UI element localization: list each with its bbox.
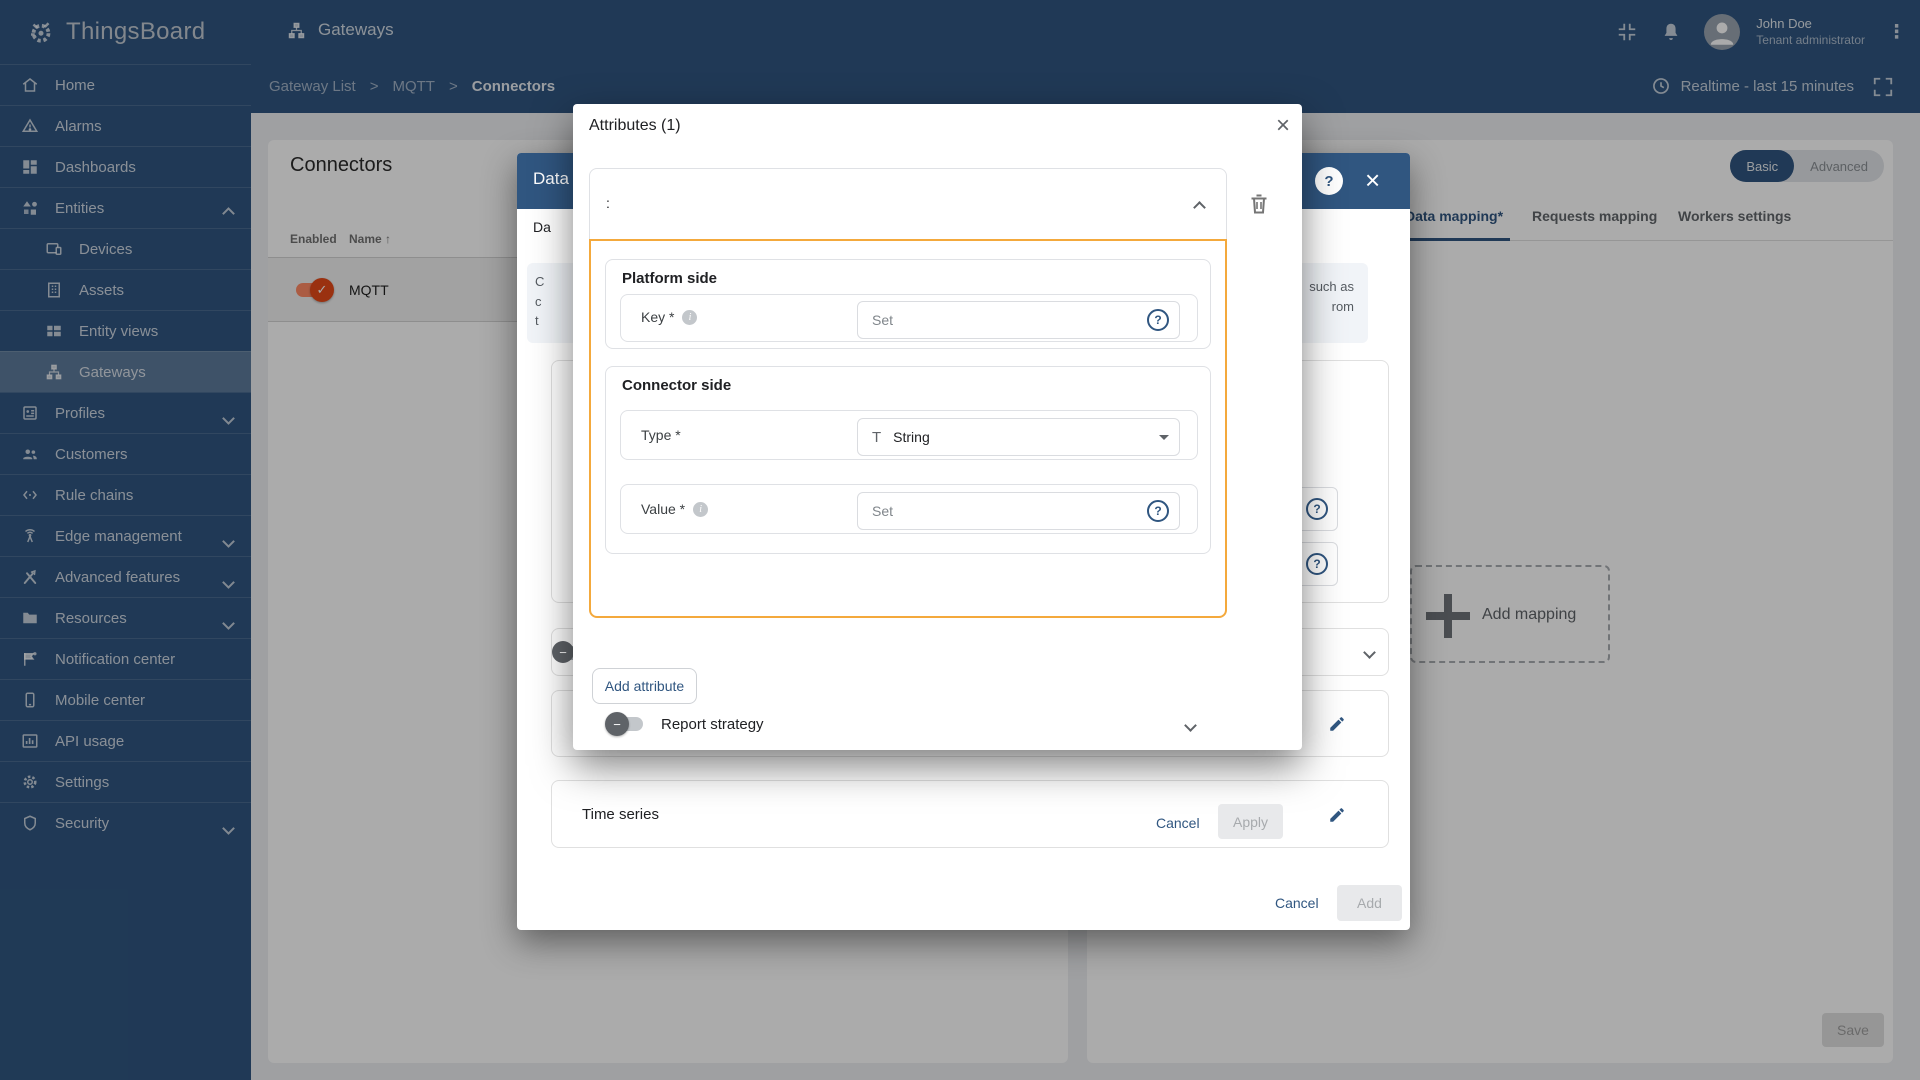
connector-side-title: Connector side [622,377,731,394]
apply-button[interactable]: Apply [1218,804,1283,839]
toggle-off-icon: − [605,712,629,736]
value-input-box[interactable]: ? [857,492,1180,530]
add-attribute-button[interactable]: Add attribute [592,668,697,704]
cancel-button[interactable]: Cancel [1156,815,1200,831]
edit-pencil-icon[interactable] [1328,806,1346,824]
close-icon[interactable]: × [1276,112,1290,140]
screen: ThingsBoard Home Alarms Dashboards Entit… [0,0,1920,1080]
value-label: Value * [641,501,685,517]
attribute-form: Platform side Key * i ? Connector side [589,239,1227,618]
type-select[interactable]: T String [857,418,1180,456]
delete-attribute-icon[interactable] [1247,192,1271,216]
info-text-fragment: such as [1309,277,1354,297]
value-field-row: Value * i ? [620,484,1198,534]
chevron-down-icon [1186,717,1195,735]
help-icon[interactable]: ? [1147,500,1169,522]
connector-side-group: Connector side Type * T String Value * i [605,366,1211,554]
type-value: String [893,429,1159,445]
value-input[interactable] [872,503,1147,519]
info-text-fragment: rom [1309,297,1354,317]
info-text-fragment: c [535,292,544,312]
key-input[interactable] [872,312,1147,328]
time-series-label: Time series [582,806,659,823]
dropdown-caret-icon [1159,435,1169,440]
platform-side-group: Platform side Key * i ? [605,259,1211,349]
key-field-row: Key * i ? [620,294,1198,342]
attributes-dialog: Attributes (1) × : Platform side Key * i [573,104,1302,750]
chevron-up-icon [1195,199,1204,217]
help-icon[interactable]: ? [1315,167,1343,195]
attributes-dialog-title: Attributes (1) [589,117,681,135]
edit-pencil-icon[interactable] [1328,715,1346,733]
type-field-row: Type * T String [620,410,1198,460]
attribute-panel-header[interactable]: : [589,168,1227,240]
toggle-off-icon[interactable]: − [552,641,574,663]
attribute-panel-label: : [606,195,610,211]
add-button[interactable]: Add [1337,885,1402,921]
report-strategy-row: − Report strategy [607,707,1211,741]
cancel-button[interactable]: Cancel [1275,895,1319,911]
help-icon[interactable]: ? [1147,309,1169,331]
type-label: Type * [641,427,681,443]
help-icon[interactable]: ? [1306,553,1328,575]
key-label: Key * [641,309,674,325]
info-text-fragment: t [535,311,544,331]
report-strategy-toggle[interactable]: − [607,712,643,736]
string-type-icon: T [872,429,881,446]
platform-side-title: Platform side [622,270,717,287]
chevron-down-icon [1365,644,1374,662]
info-text-fragment: C [535,272,544,292]
dialog-text-fragment: Da [533,219,551,235]
info-icon: i [693,502,708,517]
help-icon[interactable]: ? [1306,498,1328,520]
report-strategy-label: Report strategy [661,716,764,733]
close-icon[interactable]: × [1365,165,1380,196]
info-icon: i [682,310,697,325]
key-input-box[interactable]: ? [857,301,1180,339]
